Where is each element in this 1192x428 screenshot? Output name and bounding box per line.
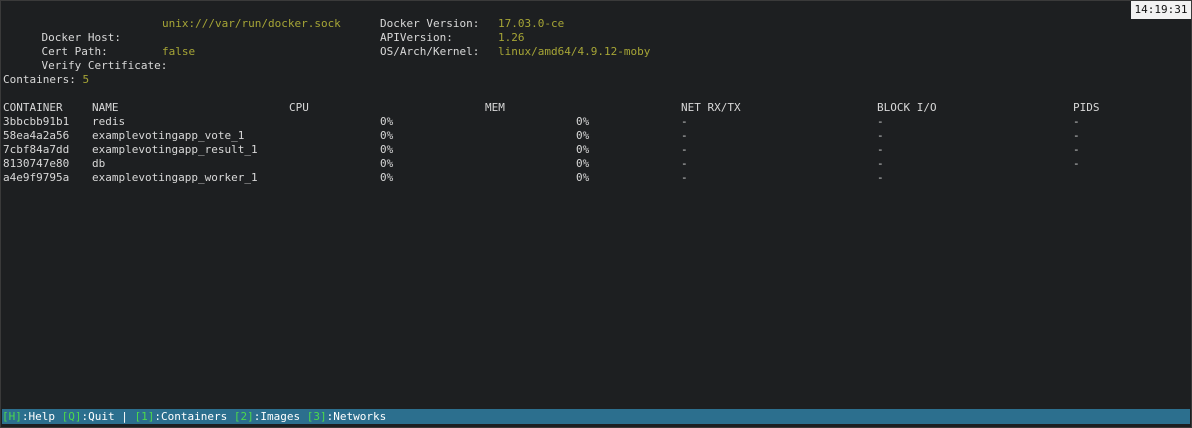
containers-count-value: 5 [82,73,90,86]
header-pids[interactable]: PIDS [1073,101,1100,115]
header-net[interactable]: NET RX/TX [681,101,741,115]
header-name[interactable]: NAME [92,101,119,115]
container-block-io: - [877,157,884,170]
docker-version-value: 17.03.0-ce [498,17,565,30]
help-key: [H] [2,410,22,423]
container-block-io: - [877,143,884,156]
container-id: 8130747e80 [3,157,70,170]
container-mem: 0% [576,129,590,142]
cert-path-row: Cert Path: [15,31,108,58]
quit-shortcut[interactable]: [Q]:Quit [62,410,115,423]
container-mem: 0% [576,171,590,184]
container-net: - [681,143,688,156]
container-mem: 0% [576,157,590,170]
help-shortcut[interactable]: [H]:Help [2,410,55,423]
clock: 14:19:31 [1131,1,1191,19]
terminal-window: 14:19:31 Docker Host: unix:///var/run/do… [0,0,1192,428]
table-row[interactable]: a4e9f9795a examplevotingapp_worker_1 0% … [3,171,1189,185]
docker-host-row: Docker Host: [15,17,121,44]
containers-shortcut[interactable]: [1]:Containers [135,410,228,423]
container-name: db [92,157,106,170]
os-arch-value: linux/amd64/4.9.12-moby [498,45,651,58]
container-name: examplevotingapp_vote_1 [92,129,245,142]
container-block-io: - [877,171,884,184]
images-label: :Images [253,410,301,423]
container-net: - [681,115,688,128]
container-block-io: - [877,115,884,128]
table-row[interactable]: 58ea4a2a56 examplevotingapp_vote_1 0% 0%… [3,129,1189,143]
verify-cert-row: Verify Certificate: [15,45,168,72]
header-cpu[interactable]: CPU [289,101,309,115]
table-row[interactable]: 8130747e80 db 0% 0% - - - [3,157,1189,171]
docker-version-label: Docker Version: [380,17,480,30]
quit-key: [Q] [61,410,82,423]
containers-count-label: Containers: [3,73,76,86]
networks-label: :Networks [326,410,387,423]
container-cpu: 0% [380,171,394,184]
container-pids: - [1073,143,1080,156]
container-name: examplevotingapp_worker_1 [92,171,258,184]
verify-cert-value: false [162,45,196,58]
container-pids: - [1073,115,1080,128]
container-name: redis [92,115,126,128]
images-key: [2] [233,410,254,423]
container-cpu: 0% [380,143,394,156]
container-cpu: 0% [380,157,394,170]
header-block-io[interactable]: BLOCK I/O [877,101,937,115]
container-mem: 0% [576,143,590,156]
table-header: CONTAINER NAME CPU MEM NET RX/TX BLOCK I… [3,101,1189,115]
container-net: - [681,157,688,170]
api-version-value: 1.26 [498,31,525,44]
images-shortcut[interactable]: [2]:Images [234,410,300,423]
header-mem[interactable]: MEM [485,101,505,115]
table-row[interactable]: 7cbf84a7dd examplevotingapp_result_1 0% … [3,143,1189,157]
container-id: 3bbcbb91b1 [3,115,70,128]
containers-label: :Containers [154,410,228,423]
container-cpu: 0% [380,115,394,128]
container-pids: - [1073,129,1080,142]
container-id: 7cbf84a7dd [3,143,70,156]
quit-label: :Quit [81,410,115,423]
networks-key: [3] [306,410,327,423]
container-net: - [681,171,688,184]
header-container[interactable]: CONTAINER [3,101,63,115]
container-block-io: - [877,129,884,142]
container-net: - [681,129,688,142]
container-mem: 0% [576,115,590,128]
container-name: examplevotingapp_result_1 [92,143,258,156]
status-bar: [H]:Help [Q]:Quit | [1]:Containers [2]:I… [2,409,1190,424]
help-label: :Help [21,410,55,423]
docker-host-value: unix:///var/run/docker.sock [162,17,341,30]
container-cpu: 0% [380,129,394,142]
table-row[interactable]: 3bbcbb91b1 redis 0% 0% - - - [3,115,1189,129]
networks-shortcut[interactable]: [3]:Networks [307,410,386,423]
os-arch-label: OS/Arch/Kernel: [380,45,480,58]
containers-key: [1] [134,410,155,423]
container-pids: - [1073,157,1080,170]
status-separator: | [121,410,128,423]
api-version-label: APIVersion: [380,31,453,44]
container-id: a4e9f9795a [3,171,70,184]
containers-summary: Containers: 5 [3,73,89,87]
verify-cert-label: Verify Certificate: [41,59,168,72]
container-id: 58ea4a2a56 [3,129,70,142]
